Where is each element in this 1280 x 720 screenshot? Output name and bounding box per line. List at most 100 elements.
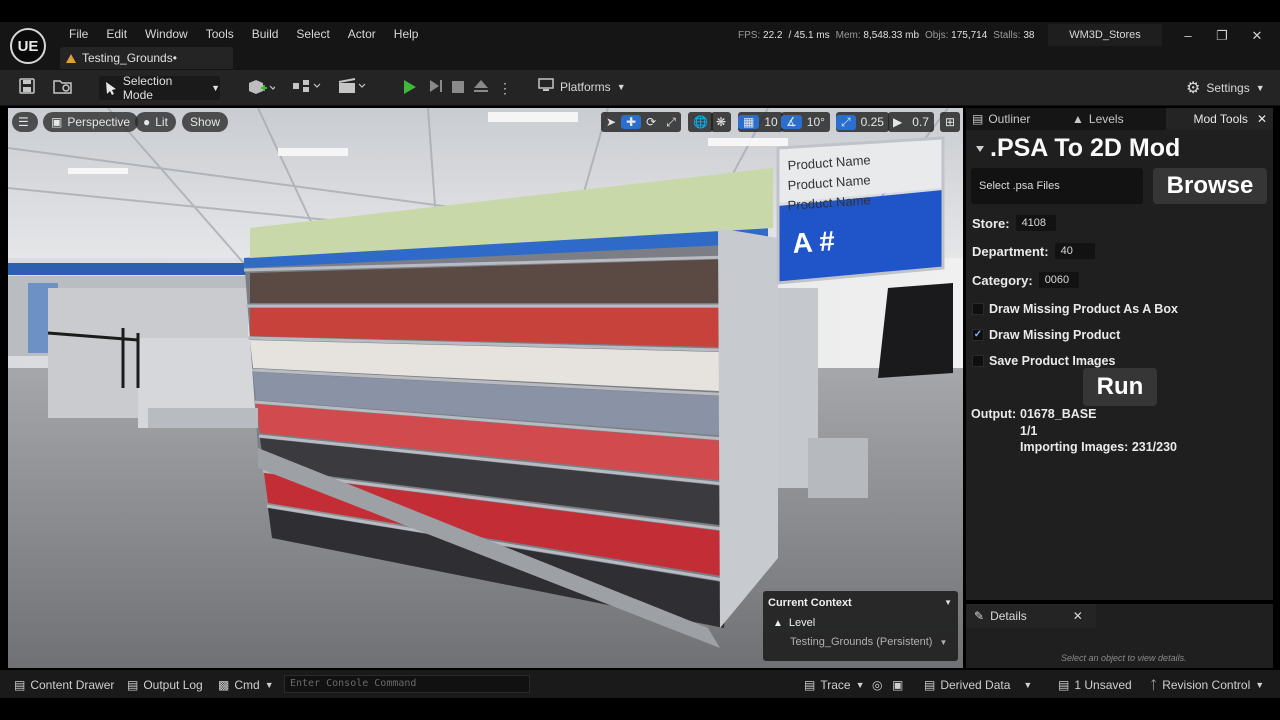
console-input[interactable]: Enter Console Command xyxy=(284,675,530,693)
tab-mod-tools[interactable]: Mod Tools ✕ xyxy=(1166,108,1273,130)
cmd-dropdown[interactable]: ▩ Cmd ▼ xyxy=(218,677,274,693)
eject-icon[interactable] xyxy=(472,78,490,98)
viewport-layout-button[interactable]: ⊞ xyxy=(940,112,961,132)
show-button[interactable]: Show xyxy=(182,112,229,132)
minimize-button[interactable]: – xyxy=(1178,28,1198,44)
perspective-button[interactable]: ▣ Perspective xyxy=(43,112,139,132)
menu-actor[interactable]: Actor xyxy=(339,25,385,43)
gear-icon: ⚙ xyxy=(1186,80,1201,97)
menu-build[interactable]: Build xyxy=(243,25,288,43)
browse-button[interactable]: Browse xyxy=(1153,168,1267,204)
platforms-dropdown[interactable]: Platforms ▼ xyxy=(538,78,626,95)
content-drawer-button[interactable]: ▤ Content Drawer xyxy=(14,677,114,693)
camera-speed-value: 0.7 xyxy=(912,115,929,129)
unreal-logo-icon[interactable]: UE xyxy=(10,28,46,64)
derived-data-dropdown[interactable]: ▤ Derived Data ▼ xyxy=(924,677,1032,693)
surface-snap-button[interactable]: ❋ xyxy=(711,112,732,132)
store-input[interactable]: 4108 xyxy=(1015,215,1056,231)
trace-label: Trace xyxy=(820,678,851,692)
screenshot-button[interactable]: ▣ xyxy=(892,677,903,693)
persistent-level-label: Testing_Grounds (Persistent) xyxy=(790,636,933,648)
draw-box-option[interactable]: Draw Missing Product As A Box xyxy=(972,300,1178,318)
persistent-level-dropdown[interactable]: Testing_Grounds (Persistent) ▼ xyxy=(790,636,947,648)
rotate-tool-icon[interactable]: ⟳ xyxy=(641,115,661,129)
scale-tool-icon[interactable]: ⤢ xyxy=(661,115,681,130)
play-icon[interactable] xyxy=(404,80,416,94)
grid-snap-value: 10 xyxy=(764,115,778,129)
menu-select[interactable]: Select xyxy=(287,25,338,43)
camera-icon: ▶ xyxy=(893,115,903,129)
blueprints-icon[interactable] xyxy=(292,78,322,98)
rotation-snap-toggle[interactable]: ∡ 10° xyxy=(781,112,830,132)
platforms-label: Platforms xyxy=(560,79,611,94)
level-viewport[interactable]: Product Name Product Name Product Name A… xyxy=(8,108,963,668)
menu-edit[interactable]: Edit xyxy=(97,25,136,43)
more-options-icon[interactable]: ⋮ xyxy=(498,78,512,98)
add-actor-icon[interactable] xyxy=(246,78,277,98)
store-label: Store: xyxy=(972,215,1010,231)
draw-box-checkbox[interactable] xyxy=(972,303,984,315)
output-log-button[interactable]: ▤ Output Log xyxy=(127,677,203,693)
details-panel: ✎ Details ✕ Select an object to view det… xyxy=(966,604,1273,668)
rotation-snap-value: 10° xyxy=(806,115,825,129)
title-bar: UE File Edit Window Tools Build Select A… xyxy=(0,22,1280,70)
lit-button[interactable]: ● Lit xyxy=(135,112,176,132)
mod-title: .PSA To 2D Mod xyxy=(976,134,1180,163)
outliner-icon: ▤ xyxy=(972,112,984,126)
tab-outliner[interactable]: ▤ Outliner xyxy=(966,108,1066,130)
select-psa-files-field[interactable]: Select .psa Files xyxy=(971,168,1143,204)
run-button[interactable]: Run xyxy=(1083,368,1157,406)
letterbox-bottom xyxy=(0,698,1280,720)
grid-icon: ▦ xyxy=(738,115,760,129)
frame-time-stat: / 45.1 ms xyxy=(788,30,830,41)
chevron-down-icon[interactable]: ▼ xyxy=(944,598,952,607)
restore-button[interactable]: ❐ xyxy=(1212,28,1232,44)
current-context-title: Current Context xyxy=(768,597,852,609)
cinematics-icon[interactable] xyxy=(338,78,368,98)
revision-control-dropdown[interactable]: ᛏ Revision Control ▼ xyxy=(1150,677,1264,693)
tab-levels[interactable]: ▲ Levels xyxy=(1066,108,1166,130)
branch-icon: ᛏ xyxy=(1150,678,1158,692)
menu-window[interactable]: Window xyxy=(136,25,197,43)
record-button[interactable]: ◎ xyxy=(872,677,882,693)
camera-icon: ▣ xyxy=(892,678,904,692)
menu-file[interactable]: File xyxy=(60,25,97,43)
grid-snap-toggle[interactable]: ▦ 10 xyxy=(738,112,783,132)
save-icon[interactable] xyxy=(18,78,36,98)
category-input[interactable]: 0060 xyxy=(1038,272,1079,288)
current-context-popup: Current Context ▼ ▲ Level Testing_Ground… xyxy=(763,591,958,661)
chevron-down-icon: ▼ xyxy=(855,680,865,690)
trace-dropdown[interactable]: ▤ Trace ▼ xyxy=(804,677,865,693)
angle-icon: ∡ xyxy=(781,115,802,129)
settings-dropdown[interactable]: ⚙ Settings ▼ xyxy=(1186,78,1265,98)
content-browser-icon[interactable] xyxy=(52,78,74,98)
close-button[interactable]: ✕ xyxy=(1247,28,1267,44)
draw-missing-option[interactable]: ✓ Draw Missing Product xyxy=(972,326,1120,344)
coordinate-system-button[interactable]: 🌐 xyxy=(688,112,713,132)
selection-mode-dropdown[interactable]: Selection Mode ▼ xyxy=(99,74,220,102)
surface-snap-icon: ❋ xyxy=(716,115,727,129)
camera-speed-button[interactable]: ▶ 0.7 xyxy=(888,112,934,132)
collapse-arrow-icon[interactable] xyxy=(976,145,984,152)
step-icon[interactable] xyxy=(428,78,444,98)
menu-tools[interactable]: Tools xyxy=(197,25,243,43)
trace-icon: ▤ xyxy=(804,678,816,692)
stop-icon[interactable] xyxy=(451,78,465,98)
viewport-options-button[interactable]: ☰ xyxy=(12,112,38,132)
close-icon[interactable]: ✕ xyxy=(1073,609,1083,623)
department-input[interactable]: 40 xyxy=(1054,243,1095,259)
close-icon[interactable]: ✕ xyxy=(1257,108,1267,130)
select-tool-icon[interactable]: ➤ xyxy=(601,115,621,129)
save-images-checkbox[interactable] xyxy=(972,355,984,367)
tab-details[interactable]: ✎ Details ✕ xyxy=(966,604,1096,628)
level-document-tab[interactable]: Testing_Grounds• xyxy=(60,47,233,69)
cube-icon: ▣ xyxy=(51,115,63,129)
draw-missing-checkbox[interactable]: ✓ xyxy=(972,329,984,341)
scale-snap-toggle[interactable]: ⤢ 0.25 xyxy=(836,112,889,132)
translate-tool-icon[interactable]: ✚ xyxy=(621,115,642,129)
unsaved-button[interactable]: ▤ 1 Unsaved xyxy=(1058,677,1132,693)
store-scene-render: Product Name Product Name Product Name A… xyxy=(8,108,963,668)
menu-help[interactable]: Help xyxy=(385,25,428,43)
save-images-label: Save Product Images xyxy=(989,354,1116,368)
lit-sphere-icon: ● xyxy=(143,115,151,129)
